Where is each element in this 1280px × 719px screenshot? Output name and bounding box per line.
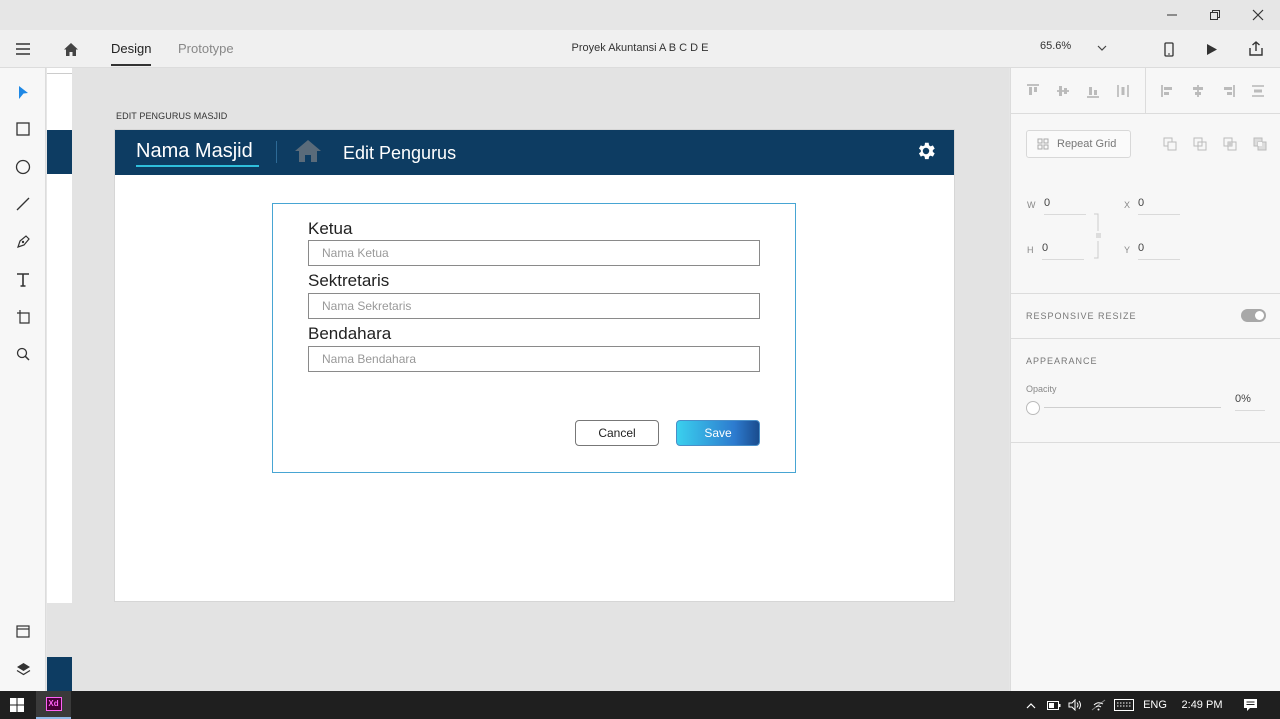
- boolean-intersect-icon[interactable]: [1222, 136, 1238, 152]
- zoom-tool-icon[interactable]: [12, 343, 34, 365]
- align-left-icon[interactable]: [1160, 83, 1176, 99]
- artboard-label[interactable]: EDIT PENGURUS MASJID: [116, 111, 227, 121]
- height-label: H: [1027, 245, 1034, 255]
- align-center-icon[interactable]: [1190, 83, 1206, 99]
- ketua-label: Ketua: [308, 219, 353, 238]
- width-label: W: [1027, 200, 1036, 210]
- header-divider: [276, 141, 277, 163]
- repeat-grid-icon: [1037, 138, 1049, 150]
- distribute-horizontal-icon[interactable]: [1115, 83, 1131, 99]
- design-canvas[interactable]: EDIT PENGURUS MASJID Nama Masjid Edit Pe…: [47, 68, 1009, 691]
- restore-button[interactable]: [1193, 0, 1237, 30]
- x-label: X: [1124, 200, 1131, 210]
- edit-pengurus-form: Ketua Sektretaris Bendahara Cancel Save: [272, 203, 796, 473]
- adjacent-artboard-bottom[interactable]: [47, 657, 72, 691]
- boolean-exclude-icon[interactable]: [1252, 136, 1268, 152]
- notification-icon[interactable]: [1236, 691, 1264, 719]
- repeat-grid-button[interactable]: Repeat Grid: [1026, 130, 1131, 158]
- align-middle-icon[interactable]: [1055, 83, 1071, 99]
- x-field[interactable]: 0: [1138, 197, 1180, 215]
- cancel-button[interactable]: Cancel: [575, 420, 659, 446]
- layers-icon[interactable]: [12, 658, 34, 680]
- line-tool-icon[interactable]: [12, 193, 34, 215]
- save-button[interactable]: Save: [676, 420, 760, 446]
- width-field[interactable]: 0: [1044, 197, 1086, 215]
- lock-aspect-icon[interactable]: [1093, 213, 1103, 259]
- share-icon[interactable]: [1246, 39, 1266, 59]
- restore-icon: [1210, 10, 1220, 20]
- opacity-slider-track[interactable]: [1044, 407, 1221, 408]
- artboard-tool-icon[interactable]: [12, 305, 34, 327]
- page-title: Edit Pengurus: [343, 143, 457, 163]
- align-right-icon[interactable]: [1220, 83, 1236, 99]
- start-button[interactable]: [0, 691, 34, 719]
- responsive-resize-toggle[interactable]: [1241, 309, 1266, 322]
- minimize-button[interactable]: [1150, 0, 1194, 30]
- distribute-vertical-icon[interactable]: [1250, 83, 1266, 99]
- artboard-edge: [47, 68, 72, 74]
- xd-app-icon: Xd: [45, 697, 62, 711]
- panel-separator: [1011, 293, 1280, 294]
- pen-tool-icon[interactable]: [12, 230, 34, 252]
- window-title-bar: [0, 0, 1280, 30]
- align-bottom-icon[interactable]: [1085, 83, 1101, 99]
- boolean-add-icon[interactable]: [1162, 136, 1178, 152]
- text-tool-icon[interactable]: [12, 268, 34, 290]
- tools-sidebar: [0, 68, 46, 691]
- gear-icon[interactable]: [915, 140, 937, 167]
- opacity-field[interactable]: 0%: [1235, 393, 1265, 411]
- opacity-label: Opacity: [1026, 384, 1057, 394]
- minimize-icon: [1167, 14, 1177, 16]
- panel-separator: [1011, 113, 1280, 114]
- bendahara-input[interactable]: [308, 346, 760, 372]
- artboard-edit-pengurus[interactable]: Nama Masjid Edit Pengurus Ketua Sektreta…: [114, 129, 955, 602]
- panel-separator: [1011, 442, 1280, 443]
- windows-logo-icon: [10, 698, 24, 712]
- ellipse-tool-icon[interactable]: [12, 156, 34, 178]
- ketua-input[interactable]: [308, 240, 760, 266]
- responsive-resize-label: RESPONSIVE RESIZE: [1026, 311, 1137, 321]
- panel-separator: [1011, 338, 1280, 339]
- adjacent-artboard-header: [47, 130, 72, 174]
- mobile-preview-icon[interactable]: [1160, 39, 1178, 59]
- property-inspector: Repeat Grid W 0 X 0 H 0 Y 0 RESPONSIVE R…: [1010, 68, 1280, 691]
- app-header: Design Prototype Proyek Akuntansi A B C …: [0, 30, 1280, 68]
- sekretaris-label: Sektretaris: [308, 271, 390, 290]
- wifi-icon[interactable]: [1089, 691, 1107, 719]
- language-indicator[interactable]: ENG: [1140, 691, 1170, 719]
- panel-divider: [1145, 68, 1146, 113]
- y-label: Y: [1124, 245, 1131, 255]
- select-tool-icon[interactable]: [12, 81, 34, 103]
- align-top-icon[interactable]: [1025, 83, 1041, 99]
- assets-icon[interactable]: [12, 620, 34, 642]
- height-field[interactable]: 0: [1042, 242, 1084, 260]
- zoom-select[interactable]: 65.6%: [1040, 40, 1112, 52]
- close-icon: [1252, 9, 1264, 21]
- clock[interactable]: 2:49 PM: [1176, 691, 1228, 719]
- keyboard-icon[interactable]: [1112, 691, 1136, 719]
- home-icon[interactable]: [294, 138, 322, 169]
- repeat-grid-label: Repeat Grid: [1057, 138, 1117, 150]
- adjacent-artboard[interactable]: [47, 68, 72, 603]
- bendahara-label: Bendahara: [308, 324, 392, 343]
- appearance-heading: APPEARANCE: [1026, 356, 1098, 366]
- windows-taskbar: Xd ENG 2:49 PM: [0, 691, 1280, 719]
- brand-title[interactable]: Nama Masjid: [136, 140, 259, 167]
- opacity-slider-handle[interactable]: [1026, 401, 1040, 415]
- chevron-down-icon: [1097, 45, 1107, 51]
- sekretaris-input[interactable]: [308, 293, 760, 319]
- zoom-value: 65.6%: [1040, 40, 1072, 52]
- artboard-header: Nama Masjid Edit Pengurus: [115, 130, 954, 175]
- rectangle-tool-icon[interactable]: [12, 118, 34, 140]
- play-icon[interactable]: [1203, 39, 1221, 59]
- y-field[interactable]: 0: [1138, 242, 1180, 260]
- chevron-up-icon[interactable]: [1022, 691, 1040, 719]
- battery-icon[interactable]: [1045, 691, 1063, 719]
- taskbar-app-xd[interactable]: Xd: [36, 691, 71, 719]
- boolean-subtract-icon[interactable]: [1192, 136, 1208, 152]
- volume-icon[interactable]: [1066, 691, 1084, 719]
- close-window-button[interactable]: [1236, 0, 1280, 30]
